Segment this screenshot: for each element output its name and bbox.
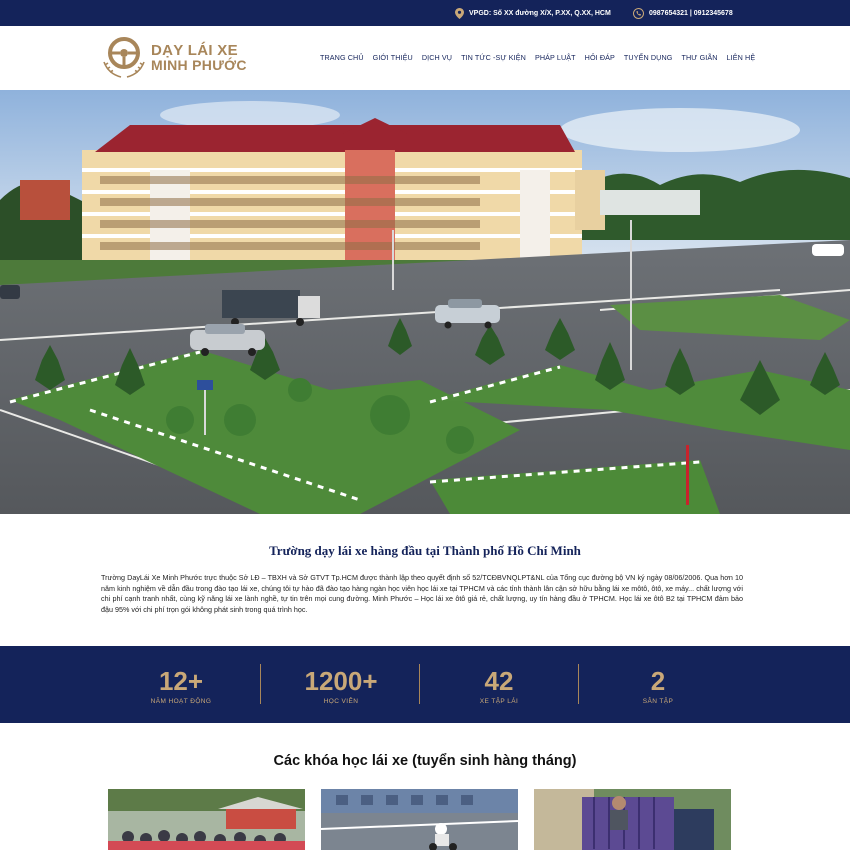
phone-text: 0987654321 | 0912345678: [649, 10, 733, 17]
stat-label: SÂN TẬP: [642, 698, 674, 705]
nav-item-home[interactable]: TRANG CHỦ: [320, 53, 364, 62]
brand-name: DẠY LÁI XE MINH PHƯỚC: [151, 43, 247, 73]
phone-info[interactable]: 0987654321 | 0912345678: [633, 8, 733, 19]
course-card-3[interactable]: [534, 789, 731, 850]
top-bar: VPGD: Số XX đường X/X, P.XX, Q.XX, HCM 0…: [0, 0, 850, 26]
nav-item-news[interactable]: TIN TỨC -SỰ KIỆN: [461, 53, 526, 62]
courses-title: Các khóa học lái xe (tuyển sinh hàng thá…: [273, 753, 577, 769]
stat-label: NĂM HOẠT ĐỘNG: [150, 698, 212, 705]
course-card-1[interactable]: [108, 789, 305, 850]
campus-photo: [0, 90, 850, 514]
site-header: DẠY LÁI XE MINH PHƯỚC TRANG CHỦ GIỚI THI…: [0, 26, 850, 90]
course-image-3: [534, 789, 731, 850]
stat-value: 1200+: [304, 666, 378, 696]
stat-years: 12+ NĂM HOẠT ĐỘNG: [101, 646, 261, 723]
main-nav: TRANG CHỦ GIỚI THIỆU DỊCH VỤ TIN TỨC -SỰ…: [320, 53, 755, 62]
nav-item-faq[interactable]: HỎI ĐÁP: [585, 53, 615, 62]
nav-item-relax[interactable]: THƯ GIÃN: [681, 53, 717, 62]
stat-value: 12+: [158, 666, 204, 696]
intro-text: Trường DayLái Xe Minh Phước trực thuộc S…: [101, 573, 743, 614]
address-text: VPGD: Số XX đường X/X, P.XX, Q.XX, HCM: [469, 10, 611, 17]
steering-wheel-logo: [103, 37, 145, 78]
stat-value: 2: [650, 666, 666, 696]
stat-grounds: 2 SÂN TẬP: [578, 646, 738, 723]
nav-item-law[interactable]: PHÁP LUẬT: [535, 53, 576, 62]
nav-item-about[interactable]: GIỚI THIỆU: [373, 53, 413, 62]
address-info: VPGD: Số XX đường X/X, P.XX, Q.XX, HCM: [455, 8, 611, 19]
intro-title: Trường dạy lái xe hàng đầu tại Thành phố…: [269, 543, 581, 558]
nav-item-services[interactable]: DỊCH VỤ: [422, 53, 452, 62]
stat-label: XE TẬP LÁI: [479, 698, 519, 705]
course-image-2: [321, 789, 518, 850]
stat-students: 1200+ HỌC VIÊN: [261, 646, 421, 723]
course-card-2[interactable]: [321, 789, 518, 850]
hero-image: [0, 90, 850, 514]
site-logo[interactable]: DẠY LÁI XE MINH PHƯỚC: [101, 34, 251, 82]
map-pin-icon: [455, 8, 464, 19]
stat-cars: 42 XE TẬP LÁI: [419, 646, 579, 723]
stats-band: 12+ NĂM HOẠT ĐỘNG 1200+ HỌC VIÊN 42 XE T…: [0, 646, 850, 723]
course-image-1: [108, 789, 305, 850]
brand-line-2: MINH PHƯỚC: [151, 57, 247, 73]
stat-value: 42: [484, 666, 514, 696]
stat-label: HỌC VIÊN: [323, 698, 359, 705]
phone-icon: [633, 8, 644, 19]
nav-item-contact[interactable]: LIÊN HỆ: [727, 53, 756, 62]
nav-item-careers[interactable]: TUYỂN DỤNG: [624, 53, 673, 62]
brand-line-1: DẠY LÁI XE: [151, 42, 238, 59]
